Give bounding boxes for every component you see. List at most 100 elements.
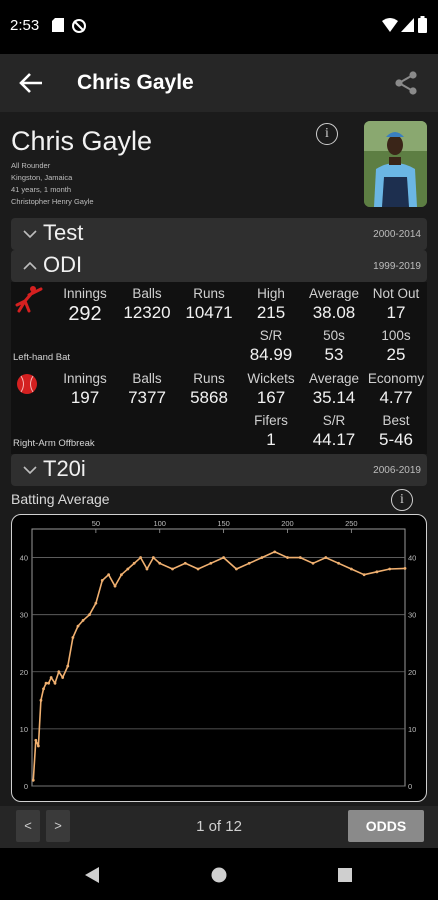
data-point <box>403 567 407 570</box>
signal-icon <box>401 18 414 32</box>
data-point <box>113 584 117 588</box>
stat-label: Best <box>382 413 410 428</box>
odi-bat-average: Average 38.08 <box>303 286 365 323</box>
batting-style: Left-hand Bat <box>13 352 71 363</box>
data-point <box>337 561 340 565</box>
chevron-down-icon <box>23 466 37 475</box>
profile-info-icon[interactable]: i <box>316 123 338 145</box>
data-point <box>311 561 315 565</box>
chart-canvas: 0 0 10 10 20 20 30 30 40 40 50 100 150 200 250 <box>20 519 417 791</box>
x-tick-label: 200 <box>281 519 294 528</box>
stat-label: Runs <box>193 286 225 301</box>
y-tick-label-left: 0 <box>24 782 28 791</box>
data-point <box>209 561 213 565</box>
data-point <box>94 601 98 605</box>
data-point <box>120 573 123 577</box>
odi-bowl-economy: Economy 4.77 <box>367 371 425 408</box>
data-point <box>222 556 226 559</box>
format-name: T20i <box>43 456 86 481</box>
share-icon[interactable] <box>392 69 420 97</box>
player-photo <box>364 121 427 207</box>
player-name: Chris Gayle <box>11 126 153 156</box>
format-row-odi[interactable]: ODI 1999-2019 <box>11 250 427 282</box>
sd-card-icon <box>52 18 64 32</box>
stat-value: 53 <box>324 345 344 364</box>
player-full-name: Christopher Henry Gayle <box>11 197 94 206</box>
y-tick-label-right: 30 <box>408 611 416 620</box>
stat-label: Economy <box>367 371 425 386</box>
stat-value: 38.08 <box>312 303 356 322</box>
stat-label: S/R <box>259 328 283 343</box>
data-point <box>375 570 379 574</box>
wifi-icon <box>382 18 398 32</box>
data-point <box>57 670 61 674</box>
stat-label: High <box>257 286 285 301</box>
stat-label: Innings <box>63 371 107 386</box>
data-point <box>324 556 328 559</box>
status-bar: 2:53 <box>0 0 438 54</box>
odi-bowl-fifers: Fifers 1 <box>241 413 301 450</box>
y-tick-label-left: 40 <box>20 554 28 563</box>
x-tick-label: 100 <box>153 519 166 528</box>
cricket-ball-icon <box>17 374 37 394</box>
data-point <box>71 636 75 639</box>
nav-recents-icon[interactable] <box>338 868 352 882</box>
data-point <box>31 778 35 782</box>
odi-bat-balls: Balls 12320 <box>117 286 177 323</box>
y-tick-label-left: 10 <box>20 725 28 734</box>
odi-bat-not-out: Not Out 17 <box>367 286 425 323</box>
data-point <box>126 567 130 571</box>
data-saver-icon <box>72 19 86 33</box>
data-point <box>362 573 366 577</box>
data-point <box>260 556 264 559</box>
data-point <box>145 567 149 571</box>
batting-average-chart: 0 0 10 10 20 20 30 30 40 40 50 100 150 200 250 <box>11 514 427 802</box>
pager-bar: < > 1 of 12 ODDS <box>0 806 438 848</box>
chevron-down-icon <box>23 230 37 239</box>
odi-bat-fifties: 50s 53 <box>303 328 365 365</box>
batsman-icon <box>15 286 43 313</box>
data-point <box>100 579 104 582</box>
odi-bowl-runs: Runs 5868 <box>179 371 239 408</box>
y-tick-label-left: 20 <box>20 668 28 677</box>
data-point <box>76 624 80 628</box>
nav-home-icon[interactable] <box>211 867 227 883</box>
nav-back-icon[interactable] <box>84 866 100 884</box>
stat-value: 167 <box>256 388 286 407</box>
data-point <box>151 556 155 559</box>
stat-label: Runs <box>193 371 225 386</box>
stat-label: Average <box>308 286 360 301</box>
stat-label: 100s <box>381 328 411 343</box>
format-row-test[interactable]: Test 2000-2014 <box>11 218 427 250</box>
stat-value: 10471 <box>185 303 233 322</box>
format-row-t20i[interactable]: T20i 2006-2019 <box>11 454 427 486</box>
data-point <box>298 556 302 559</box>
stat-label: Balls <box>132 286 162 301</box>
graph-title: Batting Average <box>11 491 110 507</box>
data-point <box>139 556 142 559</box>
data-point <box>47 681 51 685</box>
odi-bowl-average: Average 35.14 <box>303 371 365 408</box>
stat-value: 84.99 <box>249 345 293 364</box>
y-tick-label-right: 20 <box>408 668 416 677</box>
data-point <box>49 676 53 679</box>
odi-bowl-wickets: Wickets 167 <box>241 371 301 408</box>
stat-label: Innings <box>63 286 107 301</box>
format-years: 1999-2019 <box>373 261 421 272</box>
data-point <box>132 561 136 565</box>
odi-bowl-best: Best 5-46 <box>367 413 425 450</box>
graph-info-icon[interactable]: i <box>391 489 413 511</box>
stat-value: 1 <box>266 430 276 449</box>
player-role: All Rounder <box>11 161 51 170</box>
back-arrow-icon[interactable] <box>18 71 44 95</box>
data-point <box>53 681 57 685</box>
format-years: 2000-2014 <box>373 229 421 240</box>
stat-value: 5868 <box>190 388 228 407</box>
system-nav-bar <box>0 848 438 900</box>
x-tick-label: 50 <box>92 519 100 528</box>
odds-button[interactable]: ODDS <box>348 810 424 842</box>
y-tick-label-left: 30 <box>20 611 28 620</box>
data-point <box>39 698 43 702</box>
odi-bat-sr: S/R 84.99 <box>241 328 301 365</box>
y-tick-label-right: 10 <box>408 725 416 734</box>
